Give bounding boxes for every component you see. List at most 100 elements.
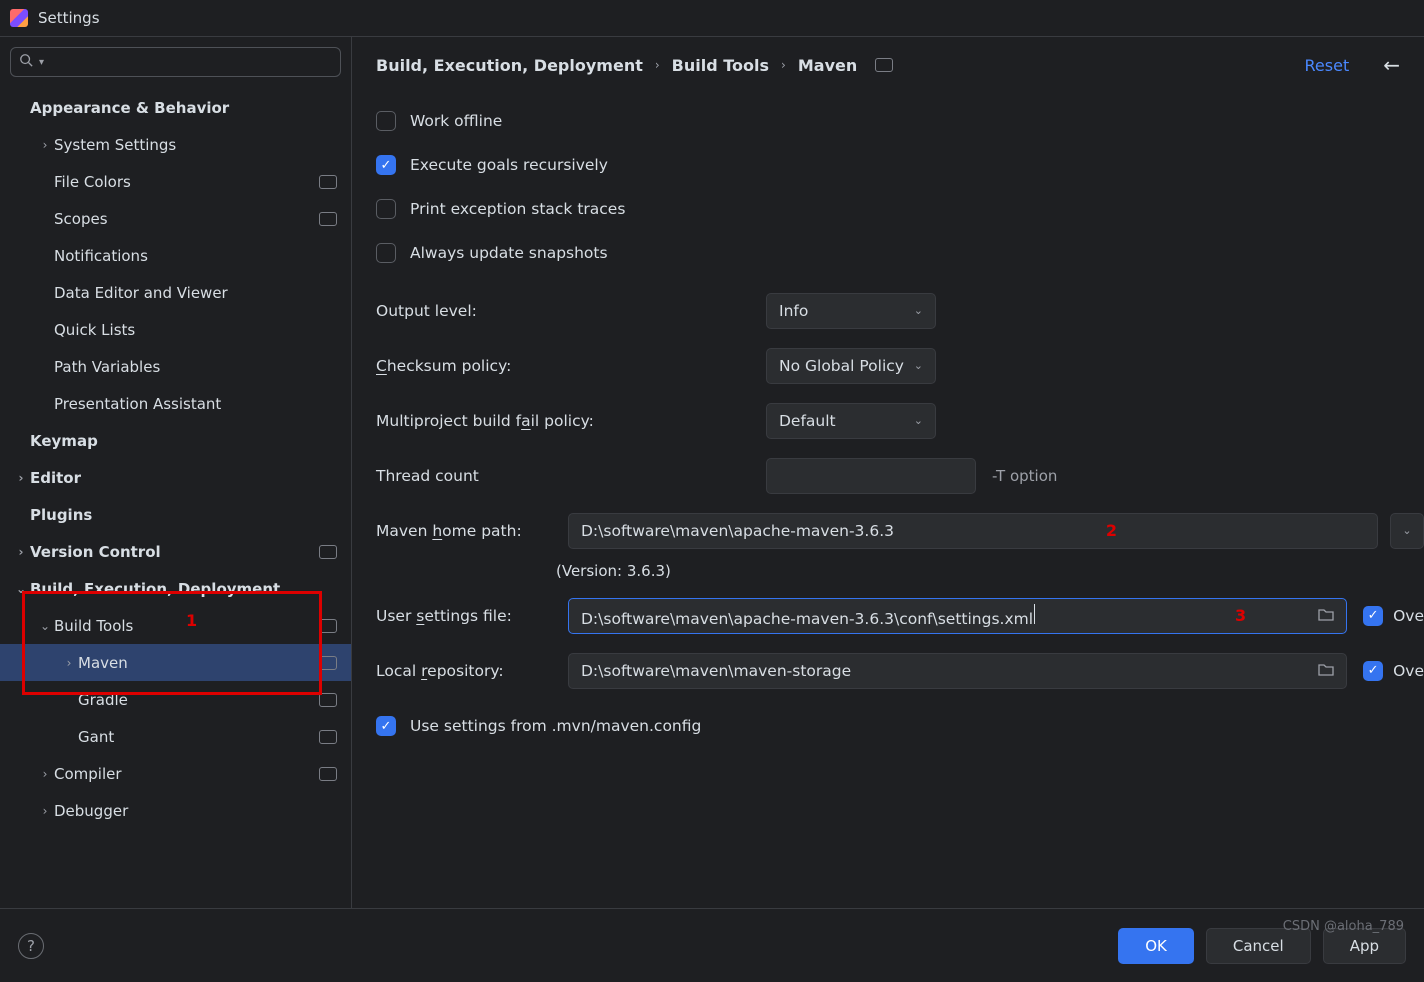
fail-policy-label: Multiproject build fail policy: [376,412,766,430]
tree-item-label: System Settings [54,136,176,154]
chevron-down-icon: ⌄ [1402,524,1411,537]
annotation-num-3: 3 [1235,606,1246,625]
chevron-right-icon: › [12,545,30,559]
tree-item-scopes[interactable]: ·Scopes [0,200,351,237]
breadcrumb-1[interactable]: Build, Execution, Deployment [376,56,643,75]
tree-item-version-control[interactable]: ›Version Control [0,533,351,570]
home-path-label: Maven home path: [376,522,556,540]
breadcrumb-2[interactable]: Build Tools [672,56,769,75]
print-exc-checkbox[interactable] [376,199,396,219]
tree-item-label: Quick Lists [54,321,135,339]
project-tag-icon [319,656,337,670]
project-tag-icon [319,767,337,781]
tree-item-label: Gant [78,728,114,746]
always-update-checkbox[interactable] [376,243,396,263]
project-tag-icon [319,619,337,633]
project-tag-icon [319,693,337,707]
thread-count-label: Thread count [376,467,766,485]
tree-item-notifications[interactable]: ·Notifications [0,237,351,274]
work-offline-checkbox[interactable] [376,111,396,131]
project-tag-icon [319,730,337,744]
tree-item-file-colors[interactable]: ·File Colors [0,163,351,200]
maven-version-text: (Version: 3.6.3) [376,558,1424,588]
chevron-right-icon: › [36,804,54,818]
home-path-input[interactable]: D:\software\maven\apache-maven-3.6.3 2 [568,513,1378,549]
chevron-right-icon: › [36,767,54,781]
help-button[interactable]: ? [18,933,44,959]
tree-item-label: Build, Execution, Deployment [30,580,280,598]
tree-item-label: Appearance & Behavior [30,99,229,117]
search-icon [19,53,33,71]
tree-item-label: Notifications [54,247,148,265]
tree-item-compiler[interactable]: ›Compiler [0,755,351,792]
output-level-select[interactable]: Info⌄ [766,293,936,329]
override-local-repo[interactable]: ✓ Ove [1363,661,1424,681]
user-settings-input[interactable]: D:\software\maven\apache-maven-3.6.3\con… [568,598,1347,634]
tree-item-quick-lists[interactable]: ·Quick Lists [0,311,351,348]
override-user-settings[interactable]: ✓ Ove [1363,606,1424,626]
always-update-label: Always update snapshots [410,244,608,262]
reset-link[interactable]: Reset [1305,56,1350,75]
use-mvn-config-label: Use settings from .mvn/maven.config [410,717,701,735]
ok-button[interactable]: OK [1118,928,1194,964]
chevron-down-icon: ⌄ [12,582,30,596]
output-level-label: Output level: [376,302,766,320]
search-input[interactable]: ▾ [10,47,341,77]
tree-item-system-settings[interactable]: ›System Settings [0,126,351,163]
print-exc-label: Print exception stack traces [410,200,625,218]
panel-header: Build, Execution, Deployment › Build Too… [352,37,1424,93]
watermark: CSDN @aloha_789 [1283,919,1404,934]
titlebar: Settings [0,0,1424,36]
tree-item-presentation-assistant[interactable]: ·Presentation Assistant [0,385,351,422]
tree-item-label: Maven [78,654,128,672]
tree-item-build-tools[interactable]: ⌄Build Tools [0,607,351,644]
tree-item-label: Editor [30,469,81,487]
tree-item-plugins[interactable]: ·Plugins [0,496,351,533]
project-tag-icon [319,175,337,189]
folder-icon[interactable] [1318,607,1334,625]
chevron-down-icon: ⌄ [36,619,54,633]
tree-item-editor[interactable]: ›Editor [0,459,351,496]
chevron-down-icon: ▾ [39,57,44,68]
use-mvn-config-checkbox[interactable]: ✓ [376,716,396,736]
tree-item-keymap[interactable]: ·Keymap [0,422,351,459]
tree-item-label: Debugger [54,802,128,820]
settings-tree[interactable]: ·Appearance & Behavior›System Settings·F… [0,83,351,908]
text-caret [1034,604,1035,624]
exec-recursive-checkbox[interactable]: ✓ [376,155,396,175]
thread-count-input[interactable] [766,458,976,494]
breadcrumb: Build, Execution, Deployment › Build Too… [376,56,893,75]
tree-item-maven[interactable]: ›Maven [0,644,351,681]
tree-item-label: Scopes [54,210,108,228]
checksum-policy-label: Checksum policy: [376,357,766,375]
window-title: Settings [38,9,100,27]
project-tag-icon [319,545,337,559]
chevron-down-icon: ⌄ [914,304,923,317]
tree-item-build-execution-deployment[interactable]: ⌄Build, Execution, Deployment [0,570,351,607]
tree-item-label: Presentation Assistant [54,395,221,413]
tree-item-label: Compiler [54,765,122,783]
tree-item-debugger[interactable]: ›Debugger [0,792,351,829]
local-repo-input[interactable]: D:\software\maven\maven-storage [568,653,1347,689]
thread-count-hint: -T option [992,467,1057,485]
folder-icon[interactable] [1318,662,1334,680]
annotation-num-2: 2 [1106,521,1117,540]
tree-item-label: Keymap [30,432,98,450]
tree-item-label: Version Control [30,543,161,561]
home-path-dropdown[interactable]: ⌄ [1390,513,1424,549]
tree-item-gradle[interactable]: ·Gradle [0,681,351,718]
tree-item-label: File Colors [54,173,131,191]
tree-item-gant[interactable]: ·Gant [0,718,351,755]
breadcrumb-3: Maven [798,56,857,75]
tree-item-path-variables[interactable]: ·Path Variables [0,348,351,385]
back-arrow-icon[interactable]: ← [1383,53,1400,77]
tree-item-label: Data Editor and Viewer [54,284,228,302]
dialog-footer: ? OK Cancel App [0,908,1424,982]
tree-item-appearance-behavior[interactable]: ·Appearance & Behavior [0,89,351,126]
tree-item-data-editor-and-viewer[interactable]: ·Data Editor and Viewer [0,274,351,311]
fail-policy-select[interactable]: Default⌄ [766,403,936,439]
tree-item-label: Plugins [30,506,92,524]
checksum-policy-select[interactable]: No Global Policy⌄ [766,348,936,384]
tree-item-label: Gradle [78,691,128,709]
work-offline-label: Work offline [410,112,502,130]
